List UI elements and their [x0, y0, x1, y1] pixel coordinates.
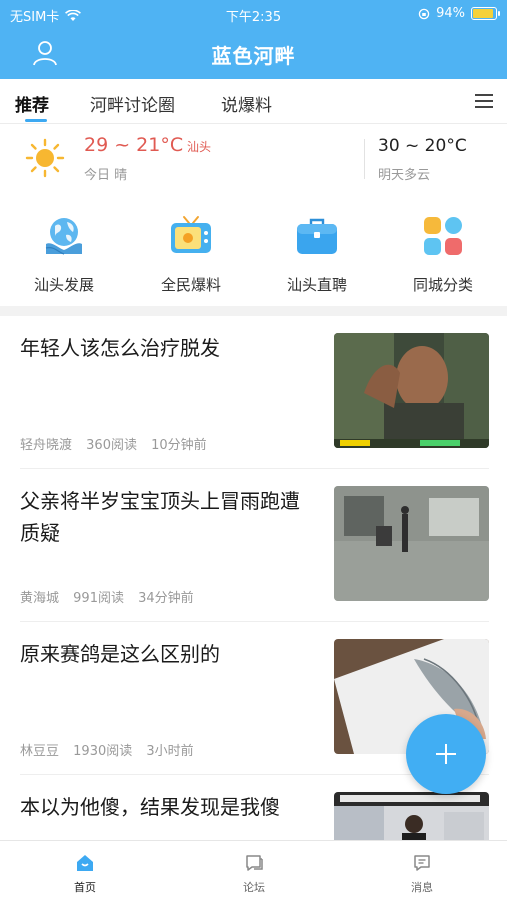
tomorrow-weather-desc: 明天多云: [378, 168, 431, 183]
quick-entry-tips[interactable]: 全民爆料: [136, 214, 246, 300]
app-title: 蓝色河畔: [211, 44, 296, 68]
nav-forum[interactable]: 论坛: [214, 853, 294, 895]
news-thumbnail: [334, 792, 489, 840]
forum-icon: [246, 855, 263, 871]
battery-percent: 94%: [436, 6, 465, 21]
quick-entry-jobs[interactable]: 汕头直聘: [262, 214, 372, 300]
news-author: 轻舟晓渡: [20, 438, 73, 453]
quick-entry-label: 汕头发展: [33, 276, 94, 294]
news-reads: 360阅读: [86, 438, 137, 453]
quick-entry-classified[interactable]: 同城分类: [388, 214, 498, 300]
menu-icon[interactable]: [475, 93, 493, 109]
briefcase-icon: [297, 218, 337, 254]
today-temperature: 29 ~ 21°C: [84, 134, 184, 156]
news-meta: 黄海城 991阅读 34分钟前: [20, 587, 204, 606]
tab-recommend[interactable]: 推荐: [15, 91, 49, 116]
news-reads: 991阅读: [73, 591, 124, 606]
channel-tabs: 推荐 河畔讨论圈 说爆料: [0, 79, 507, 124]
today-weather-desc: 今日 晴: [84, 168, 128, 183]
home-icon: [77, 855, 93, 871]
nav-label: 消息: [411, 881, 433, 894]
nav-label: 论坛: [243, 881, 265, 894]
battery-level: [473, 9, 493, 18]
news-author: 黄海城: [20, 591, 60, 606]
tab-news-tips[interactable]: 说爆料: [221, 91, 272, 116]
quick-entry-label: 全民爆料: [160, 276, 221, 294]
section-divider: [0, 306, 507, 316]
status-bar: 无SIM卡 下午2:35 94%: [0, 0, 507, 28]
status-right: 94%: [418, 6, 500, 21]
news-title: 父亲将半岁宝宝顶头上冒雨跑遭质疑: [20, 489, 300, 545]
news-meta: 林豆豆 1930阅读 3小时前: [20, 740, 204, 759]
category-grid-icon: [424, 217, 462, 255]
quick-entry-development[interactable]: 汕头发展: [9, 214, 119, 300]
app-header: 无SIM卡 下午2:35 94% 蓝色河畔: [0, 0, 507, 79]
weather-widget[interactable]: 29 ~ 21°C 汕头 今日 晴 30 ~ 20°C 明天多云: [0, 124, 507, 192]
sun-icon: [25, 138, 65, 178]
quick-entry-label: 汕头直聘: [286, 276, 347, 294]
tab-discussion[interactable]: 河畔讨论圈: [90, 91, 175, 116]
tomorrow-temperature: 30 ~ 20°C: [378, 136, 467, 156]
news-item[interactable]: 年轻人该怎么治疗脱发 轻舟晓渡 360阅读 10分钟前: [0, 316, 507, 469]
compose-fab[interactable]: [406, 714, 486, 794]
nav-home[interactable]: 首页: [45, 853, 125, 895]
globe-hands-icon: [45, 218, 82, 255]
news-time: 3小时前: [146, 744, 194, 759]
news-author: 林豆豆: [20, 744, 60, 759]
nav-label: 首页: [74, 881, 96, 894]
weather-city: 汕头: [187, 140, 212, 154]
news-item[interactable]: 父亲将半岁宝宝顶头上冒雨跑遭质疑 黄海城 991阅读 34分钟前: [0, 469, 507, 622]
weather-divider: [364, 139, 365, 179]
news-time: 34分钟前: [138, 591, 194, 606]
tv-icon: [171, 216, 211, 253]
news-title: 年轻人该怎么治疗脱发: [20, 336, 220, 360]
orientation-lock-icon: [418, 8, 430, 19]
news-thumbnail: [334, 333, 489, 448]
nav-messages[interactable]: 消息: [382, 853, 462, 895]
quick-entry-grid: 汕头发展 全民爆料 汕头直聘 同城分类: [0, 200, 507, 306]
active-tab-indicator: [25, 119, 47, 122]
quick-entry-label: 同城分类: [412, 276, 473, 294]
news-title: 原来赛鸽是这么区别的: [20, 642, 220, 666]
message-icon: [414, 855, 430, 871]
battery-icon: [471, 7, 500, 20]
news-title: 本以为他傻，结果发现是我傻: [20, 795, 280, 819]
news-time: 10分钟前: [151, 438, 207, 453]
news-thumbnail: [334, 486, 489, 601]
news-reads: 1930阅读: [73, 744, 133, 759]
bottom-nav: 首页 论坛 消息: [0, 840, 507, 900]
news-meta: 轻舟晓渡 360阅读 10分钟前: [20, 434, 217, 453]
